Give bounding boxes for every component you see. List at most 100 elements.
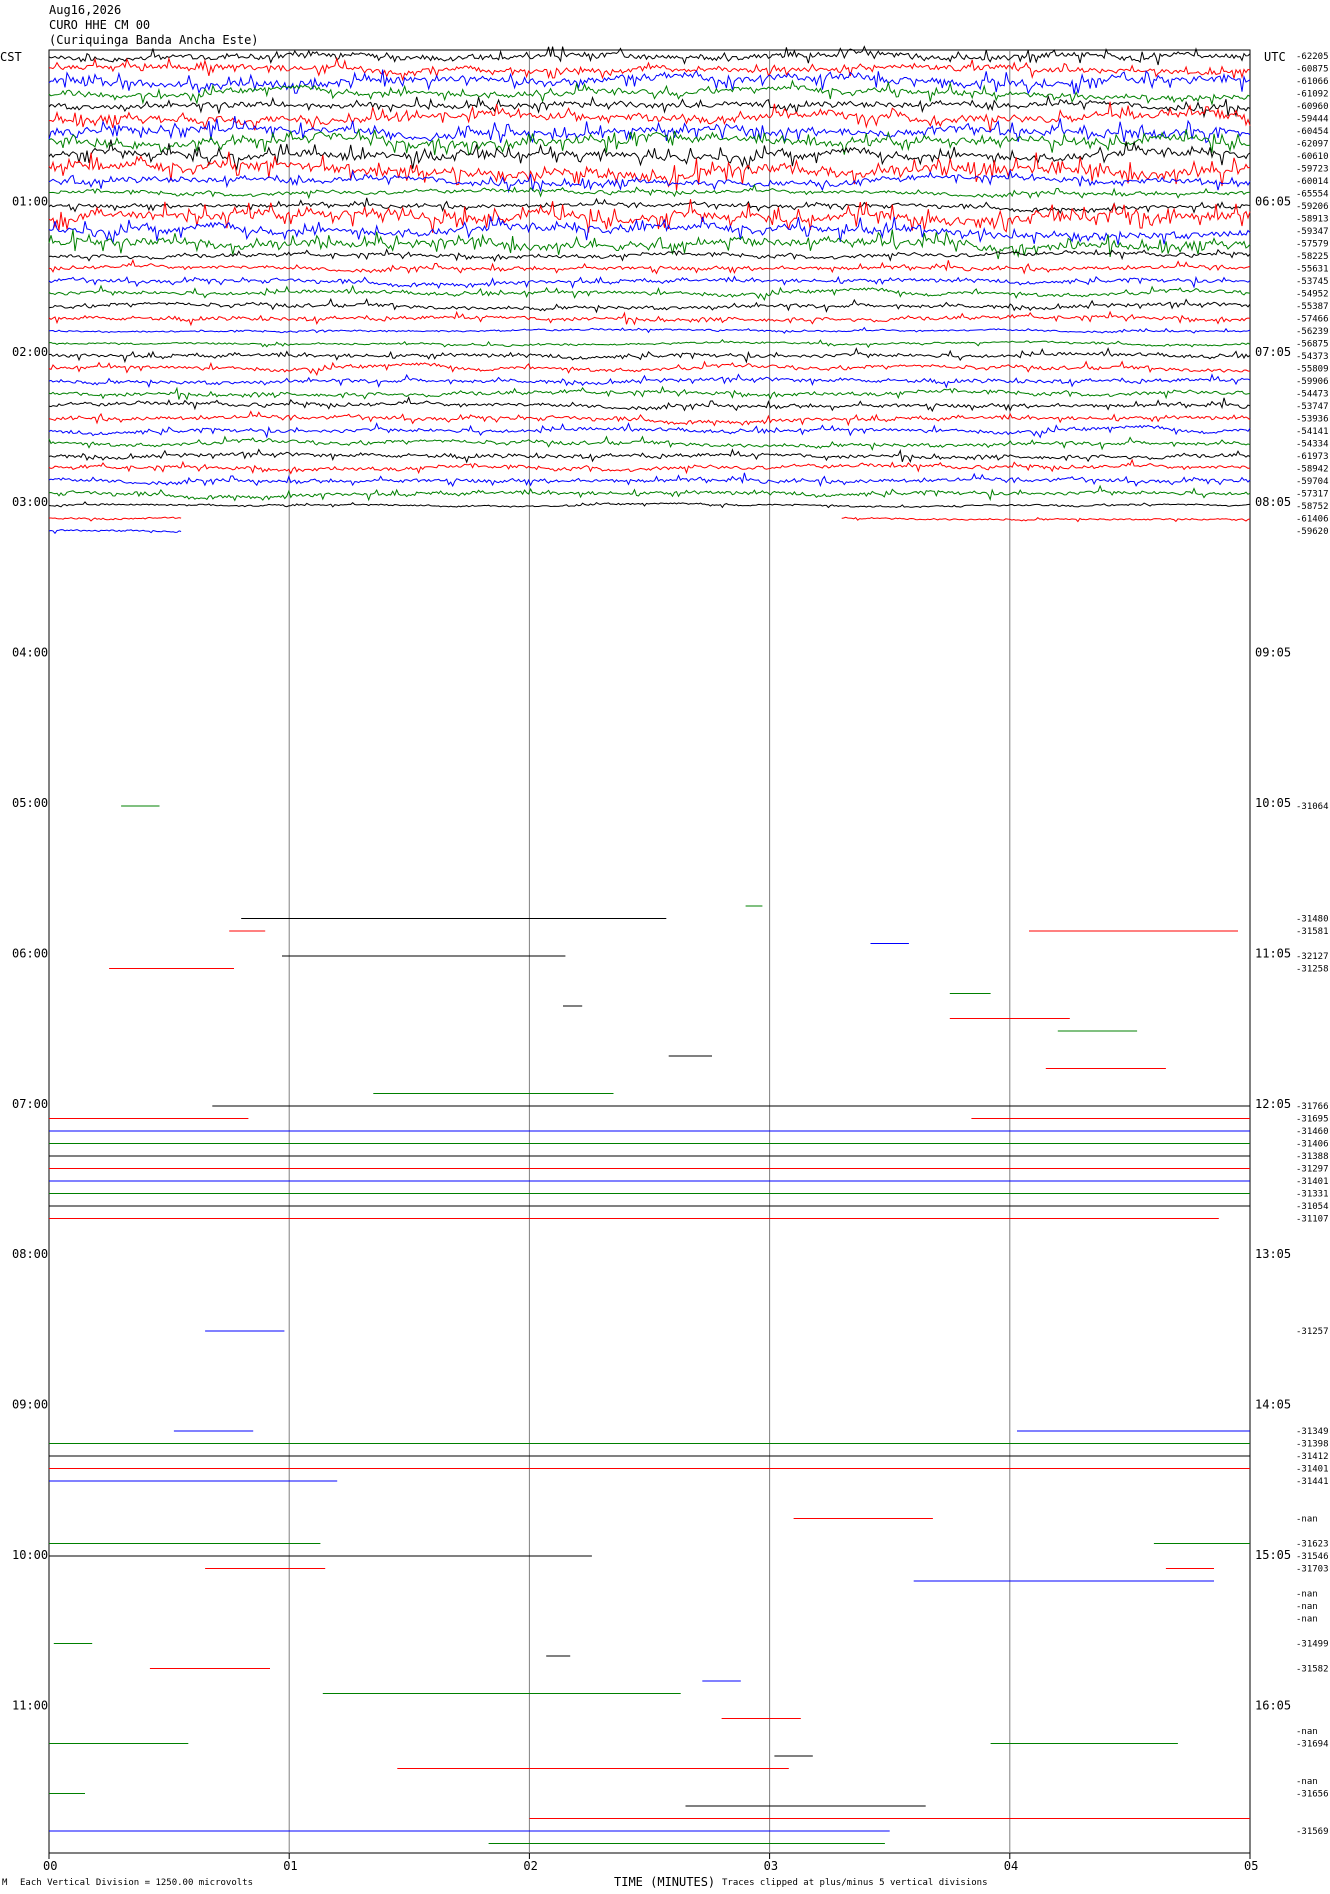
trace-value-label: -60960 xyxy=(1296,102,1329,112)
left-hour-label: 03:00 xyxy=(12,495,48,509)
seismic-trace xyxy=(48,529,182,535)
trace-value-label: -56239 xyxy=(1296,327,1329,337)
trace-value-label: -nan xyxy=(1296,1602,1318,1612)
right-hour-label: 06:05 xyxy=(1255,194,1291,208)
trace-value-label: -31703 xyxy=(1296,1565,1329,1575)
seismic-trace xyxy=(48,128,1251,156)
trace-value-label: -60454 xyxy=(1296,127,1329,137)
seismic-trace xyxy=(48,310,1251,327)
trace-value-label: -59620 xyxy=(1296,527,1329,537)
right-hour-label: 12:05 xyxy=(1255,1097,1291,1111)
right-hour-label: 14:05 xyxy=(1255,1398,1291,1412)
seismic-trace xyxy=(48,101,1251,132)
trace-value-label: -31401 xyxy=(1296,1465,1329,1475)
trace-value-label: -31766 xyxy=(1296,1102,1329,1112)
right-hour-label: 08:05 xyxy=(1255,495,1291,509)
trace-value-label: -31695 xyxy=(1296,1115,1329,1125)
seismic-trace xyxy=(48,94,1251,119)
trace-value-label: -31064 xyxy=(1296,802,1329,812)
trace-value-label: -31388 xyxy=(1296,1152,1329,1162)
trace-value-label: -59704 xyxy=(1296,477,1329,487)
trace-value-label: -31546 xyxy=(1296,1552,1329,1562)
trace-value-label: -31480 xyxy=(1296,915,1329,925)
trace-value-label: -nan xyxy=(1296,1615,1318,1625)
trace-value-label: -58913 xyxy=(1296,215,1329,225)
trace-value-label: -59347 xyxy=(1296,227,1329,237)
trace-value-label: -31499 xyxy=(1296,1640,1329,1650)
trace-value-label: -31406 xyxy=(1296,1140,1329,1150)
seismic-trace xyxy=(48,373,1251,389)
x-tick-label: 01 xyxy=(283,1859,297,1873)
trace-value-label: -54373 xyxy=(1296,352,1329,362)
seismic-trace xyxy=(48,258,1251,275)
clip-note: Traces clipped at plus/minus 5 vertical … xyxy=(722,1878,988,1888)
seismic-trace xyxy=(48,448,1251,464)
trace-value-label: -59444 xyxy=(1296,115,1329,125)
left-hour-label: 11:00 xyxy=(12,1698,48,1712)
trace-value-label: -55387 xyxy=(1296,302,1329,312)
trace-value-label: -65554 xyxy=(1296,190,1329,200)
left-hour-label: 10:00 xyxy=(12,1548,48,1562)
trace-value-label: -54952 xyxy=(1296,290,1329,300)
seismic-trace xyxy=(48,69,1251,95)
seismic-trace xyxy=(48,435,1251,451)
hour-labels: 01:00 02:00 03:00 04:00 05:00 06:00 07:00 08:00… xyxy=(12,194,1291,1712)
seismic-trace xyxy=(48,275,1251,290)
seismic-trace xyxy=(48,297,1251,314)
trace-value-label: -31441 xyxy=(1296,1477,1329,1487)
trace-value-label: -62097 xyxy=(1296,140,1329,150)
x-tick-label: 04 xyxy=(1004,1859,1018,1873)
x-axis-ticks: 00 01 02 03 04 05 xyxy=(43,1853,1258,1873)
trace-value-label: -31623 xyxy=(1296,1540,1329,1550)
right-hour-label: 16:05 xyxy=(1255,1698,1291,1712)
seismic-trace xyxy=(48,248,1251,263)
seismic-trace xyxy=(48,396,1251,413)
trace-value-label: -nan xyxy=(1296,1727,1318,1737)
trace-value-label: -32127 xyxy=(1296,952,1329,962)
trace-value-label: -56875 xyxy=(1296,340,1329,350)
seismic-trace xyxy=(48,79,1251,107)
seismic-trace xyxy=(48,347,1251,364)
trace-value-label: -31297 xyxy=(1296,1165,1329,1175)
right-hour-label: 09:05 xyxy=(1255,646,1291,660)
trace-value-label: -31107 xyxy=(1296,1215,1329,1225)
trace-value-label: -61406 xyxy=(1296,515,1329,525)
trace-value-label: -60610 xyxy=(1296,152,1329,162)
value-labels: -62205 -60875 -61066 -61092 -60960 -59444 -604… xyxy=(1296,52,1329,1837)
trace-value-label: -31054 xyxy=(1296,1202,1329,1212)
trace-value-label: -54473 xyxy=(1296,390,1329,400)
trace-value-label: -62205 xyxy=(1296,52,1329,62)
trace-value-label: -31581 xyxy=(1296,927,1329,937)
trace-value-label: -61973 xyxy=(1296,452,1329,462)
trace-value-label: -58225 xyxy=(1296,252,1329,262)
right-hour-label: 11:05 xyxy=(1255,946,1291,960)
trace-value-label: -55809 xyxy=(1296,365,1329,375)
x-tick-label: 05 xyxy=(1244,1859,1258,1873)
trace-value-label: -31258 xyxy=(1296,965,1329,975)
right-hour-label: 10:05 xyxy=(1255,796,1291,810)
left-hour-label: 08:00 xyxy=(12,1247,48,1261)
trace-value-label: -61092 xyxy=(1296,90,1329,100)
right-hour-label: 07:05 xyxy=(1255,345,1291,359)
trace-value-label: -60014 xyxy=(1296,177,1329,187)
right-hour-label: 13:05 xyxy=(1255,1247,1291,1261)
left-hour-label: 02:00 xyxy=(12,345,48,359)
trace-value-label: -31412 xyxy=(1296,1452,1329,1462)
trace-value-label: -53936 xyxy=(1296,415,1329,425)
trace-value-label: -61066 xyxy=(1296,77,1329,87)
trace-value-label: -31398 xyxy=(1296,1440,1329,1450)
trace-value-label: -57466 xyxy=(1296,315,1329,325)
trace-value-label: -31656 xyxy=(1296,1790,1329,1800)
trace-value-label: -58752 xyxy=(1296,502,1329,512)
seismic-trace xyxy=(48,197,1251,215)
trace-value-label: -57317 xyxy=(1296,490,1329,500)
seismic-trace xyxy=(48,339,1251,349)
trace-value-label: -54141 xyxy=(1296,427,1329,437)
seismic-trace xyxy=(48,385,1251,401)
left-hour-label: 05:00 xyxy=(12,796,48,810)
seismic-trace xyxy=(49,516,182,522)
trace-value-label: -59906 xyxy=(1296,377,1329,387)
seismic-trace xyxy=(48,360,1251,377)
left-hour-label: 06:00 xyxy=(12,946,48,960)
trace-value-label: -31257 xyxy=(1296,1327,1329,1337)
